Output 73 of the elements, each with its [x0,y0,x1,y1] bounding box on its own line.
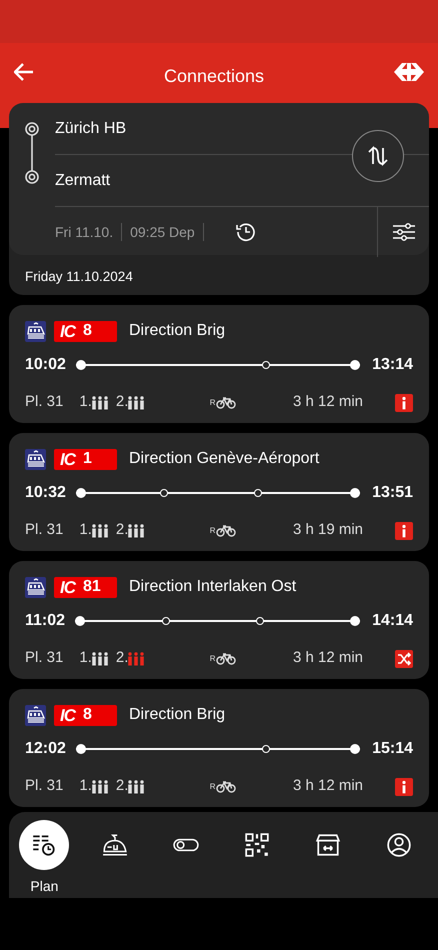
platform-text: Pl. 31 [25,776,64,796]
departure-dot [76,360,86,370]
connection-card[interactable]: IC 8 Direction Brig 10:02 13:14 Pl. 31 1. 2. R 3 h 12 min [9,305,429,424]
platform-text: Pl. 31 [25,648,64,668]
duration-text: 3 h 19 min [292,520,363,540]
departure-dot [76,744,86,754]
duration-text: 3 h 12 min [292,648,363,668]
time-field[interactable]: 09:25 Dep [130,222,195,242]
class-label: 1. [79,520,92,540]
swap-icon [367,145,389,167]
direction-text: Direction Brig [129,705,226,726]
connection-card[interactable]: IC 8 Direction Brig 12:02 15:14 Pl. 31 1. 2. R 3 h 12 min [9,689,429,808]
profile-icon [386,832,412,858]
departure-time: 10:02 [25,355,66,376]
departure-dot [75,616,86,626]
departure-time: 11:02 [25,611,66,632]
route-stops-icon [24,121,40,185]
class-label: 2. [116,520,128,540]
class-label: 2. [116,648,128,668]
info-icon[interactable] [395,522,413,540]
line-badge: IC 8 [54,320,117,342]
history-icon[interactable] [236,222,256,242]
departure-dot [76,488,86,498]
direction-text: Direction Interlaken Ost [129,577,296,598]
class-label: 2. [116,776,128,796]
bike-reservation-note: R [210,780,216,792]
class-label: 1. [79,392,92,412]
platform-text: Pl. 31 [25,392,64,412]
page-title: Connections [162,65,266,88]
arrival-dot [350,616,360,626]
duration-text: 3 h 12 min [292,776,363,796]
line-badge: IC 1 [54,448,117,470]
bike-reservation-note: R [210,524,216,536]
bike-reservation-note: R [210,396,216,408]
connection-card[interactable]: IC 1 Direction Genève-Aéroport 10:32 13:51 Pl. 31 1. 2. R 3 h 19 min [9,433,429,552]
class-label: 1. [79,776,92,796]
shuffle-icon[interactable] [395,650,413,668]
arrival-dot [350,744,360,754]
arrival-time: 15:14 [372,739,413,760]
arrival-time: 13:14 [372,355,413,376]
bicycle-icon [216,396,236,408]
duration-text: 3 h 12 min [292,392,363,412]
departure-time: 10:32 [25,483,66,504]
back-arrow-icon[interactable] [14,63,34,81]
date-heading: Friday 11.10.2024 [25,269,133,284]
bike-reservation-note: R [210,652,216,664]
swap-button[interactable] [352,130,404,182]
line-badge: IC 81 [54,576,117,598]
arrival-time: 14:14 [372,611,413,632]
arrival-dot [350,488,360,498]
bicycle-icon [216,524,236,536]
class-label: 1. [79,648,92,668]
arrival-dot [350,360,360,370]
sbb-logo-icon [394,63,424,81]
origin-field[interactable]: Zürich HB [55,103,429,154]
bicycle-icon [216,652,236,664]
connection-card[interactable]: IC 81 Direction Interlaken Ost 11:02 14:14 Pl. 31 1. 2. R 3 h 12 min [9,561,429,680]
date-field[interactable]: Fri 11.10. [55,222,114,242]
qr-code-icon [244,832,270,858]
direction-text: Direction Brig [129,321,226,342]
info-icon[interactable] [395,394,413,412]
info-icon[interactable] [395,778,413,796]
shop-icon [314,832,341,858]
class-label: 2. [116,392,128,412]
departure-time: 12:02 [25,739,66,760]
arrival-time: 13:51 [372,483,413,504]
filter-icon[interactable] [392,223,414,241]
line-badge: IC 8 [54,704,117,726]
nav-label: Plan [30,877,58,896]
direction-text: Direction Genève-Aéroport [129,449,320,470]
bicycle-icon [216,780,236,792]
platform-text: Pl. 31 [25,520,64,540]
destination-field[interactable]: Zermatt [55,155,429,206]
